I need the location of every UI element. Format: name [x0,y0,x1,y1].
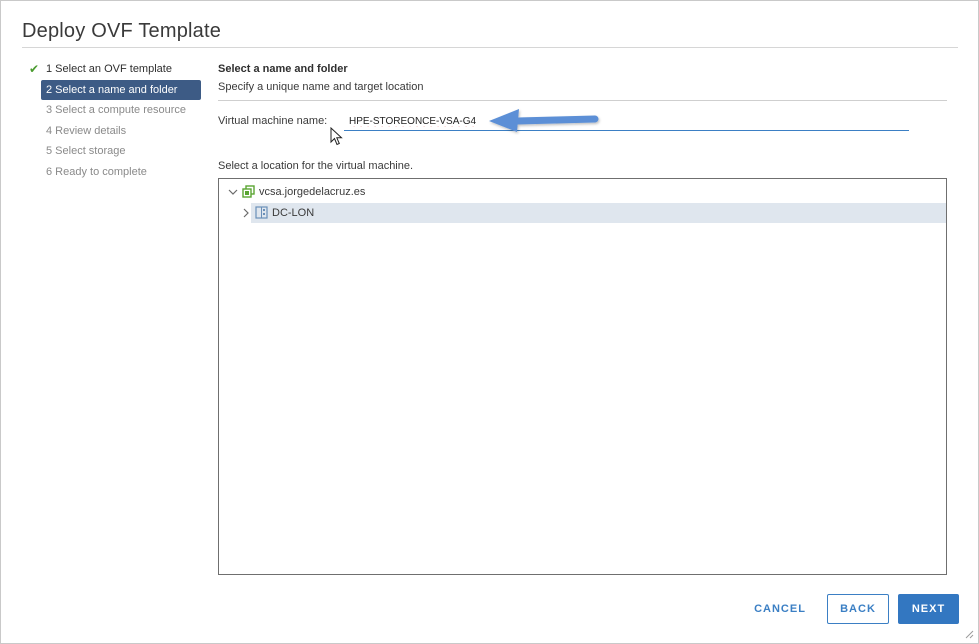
cancel-button[interactable]: CANCEL [745,594,815,624]
checkmark-icon: ✔ [29,62,40,76]
mouse-pointer-icon [330,127,343,146]
chevron-right-icon[interactable] [241,203,251,223]
step-ready-to-complete: 6 Ready to complete [27,162,205,182]
datacenter-icon [255,206,268,226]
step-label: 4 Review details [46,124,127,137]
step-select-name-folder[interactable]: 2 Select a name and folder [41,79,201,100]
vm-name-input[interactable] [344,113,909,131]
wizard-steps: ✔ 1 Select an OVF template 2 Select a na… [27,59,205,182]
step-label: 1 Select an OVF template [46,63,172,75]
tree-node-vcenter[interactable]: vcsa.jorgedelacruz.es [219,182,519,202]
section-subtitle: Specify a unique name and target locatio… [218,81,424,93]
vcenter-icon [242,185,255,205]
annotation-arrow-icon [489,109,599,132]
location-label: Select a location for the virtual machin… [218,160,414,172]
back-button[interactable]: BACK [827,594,889,624]
deploy-ovf-dialog: Deploy OVF Template ✔ 1 Select an OVF te… [0,0,979,644]
tree-node-label: DC-LON [272,207,315,219]
chevron-down-icon[interactable] [228,182,238,202]
step-label: 2 Select a name and folder [46,83,178,96]
step-review-details: 4 Review details [27,121,205,141]
tree-node-datacenter[interactable]: DC-LON [243,203,946,226]
dialog-title: Deploy OVF Template [22,20,222,42]
step-select-ovf-template[interactable]: ✔ 1 Select an OVF template [27,59,205,79]
section-title: Select a name and folder [218,63,348,75]
vm-name-label: Virtual machine name: [218,115,328,127]
tree-node-label: vcsa.jorgedelacruz.es [259,186,366,198]
next-button[interactable]: NEXT [898,594,959,624]
location-tree[interactable]: vcsa.jorgedelacruz.es DC-LON [218,178,947,575]
step-label: 5 Select storage [46,145,126,157]
resize-grip-icon[interactable] [965,630,974,639]
step-select-compute-resource: 3 Select a compute resource [27,100,205,120]
step-label: 6 Ready to complete [46,165,147,178]
title-divider [22,47,958,48]
step-label: 3 Select a compute resource [46,104,187,116]
section-divider [218,100,947,101]
step-select-storage: 5 Select storage [27,141,205,161]
